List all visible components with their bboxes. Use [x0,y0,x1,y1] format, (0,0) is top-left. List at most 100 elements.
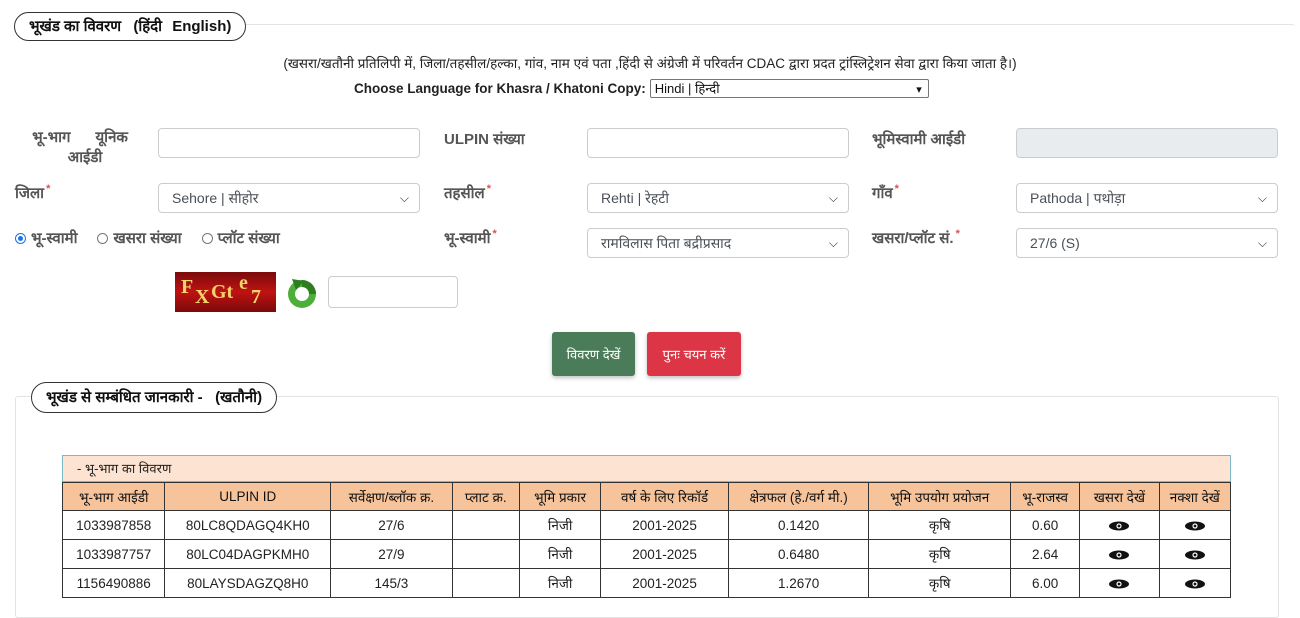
owner-label-text: भू-स्वामी [444,230,491,247]
view-details-button[interactable]: विवरण देखें [552,332,635,376]
cell-parcel-id: 1156490886 [61,568,166,598]
unique-id-label-line2: आईडी [67,149,103,166]
col-header: क्षेत्रफल (हे./वर्ग मी.) [727,482,870,511]
radio-unselected-icon[interactable] [97,232,109,244]
table-row: 1033987757 80LC04DAGPKMH0 27/9 निजी 2001… [61,539,1232,569]
cell-land-use: कृषि [868,539,1011,569]
land-parcel-table: भू-भाग आईडी ULPIN ID सर्वेक्षण/ब्लॉक क्र… [61,482,1232,598]
radio-owner[interactable]: भू-स्वामी [15,228,77,248]
search-type-radio-group: भू-स्वामी खसरा संख्या प्लॉट संख्या [15,228,300,248]
cell-revenue: 0.60 [1009,510,1081,540]
owner-id-label: भूमिस्वामी आईडी [872,131,966,148]
cell-plot-no [451,539,520,569]
cell-land-type: निजी [518,568,602,598]
captcha-char: 7 [251,286,261,308]
required-mark: * [955,228,960,240]
chevron-down-icon: ⌵ [828,191,838,205]
district-label: जिला * [15,183,50,203]
chevron-down-icon: ▾ [916,84,922,96]
required-mark: * [492,228,497,240]
col-header: भू-भाग आईडी [61,482,166,511]
transliteration-note: (खसरा/खतौनी प्रतिलिपी में, जिला/तहसील/हल… [283,56,1017,71]
cell-revenue: 2.64 [1009,539,1081,569]
required-mark: * [486,183,491,195]
copy-language-select[interactable]: Hindi | हिन्दी ▾ [649,79,929,98]
ulpin-input[interactable] [587,128,849,158]
land-details-legend: भूखंड का विवरण (हिंदी English) [14,12,247,41]
required-mark: * [46,183,51,195]
radio-plot-label: प्लॉट संख्या [217,230,280,247]
district-label-text: जिला [15,185,45,202]
cell-area: 1.2670 [727,568,870,598]
district-value: Sehore | सीहोर [172,190,259,206]
khasra-label-text: खसरा/प्लॉट सं. [872,230,954,247]
view-map-eye-icon[interactable] [1158,539,1232,569]
owner-id-input [1016,128,1278,158]
language-toggle: (हिंदी English) [133,18,232,35]
copy-language-value: Hindi | हिन्दी [654,81,720,96]
tehsil-label: तहसील * [444,183,491,203]
copy-language-label: Choose Language for Khasra / Khatoni Cop… [354,81,646,96]
land-details-title: भूखंड का विवरण [29,18,122,35]
col-header: खसरा देखें [1079,482,1160,511]
cell-survey-no: 27/6 [330,510,453,540]
unique-id-label-line1: भू-भाग यूनिक [32,129,128,146]
cell-ulpin: 80LC8QDAGQ4KH0 [164,510,332,540]
cell-revenue: 6.00 [1009,568,1081,598]
col-header: भू-राजस्व [1009,482,1081,511]
view-khasra-eye-icon[interactable] [1079,568,1160,598]
khasra-select[interactable]: 27/6 (S) ⌵ [1016,228,1278,258]
lang-hindi-link[interactable]: हिंदी [138,18,162,35]
tehsil-value: Rehti | रेहटी [601,190,669,206]
view-map-eye-icon[interactable] [1158,510,1232,540]
unique-id-input[interactable] [158,128,420,158]
village-value: Pathoda | पथोड़ा [1030,190,1126,206]
table-row: 1156490886 80LAYSDAGZQ8H0 145/3 निजी 200… [61,568,1232,598]
khatauni-legend: भूखंड से सम्बंधित जानकारी - (खतौनी) [31,382,278,413]
captcha-char: X [195,286,210,308]
radio-owner-label: भू-स्वामी [31,230,78,247]
captcha-char: e [239,272,248,294]
chevron-down-icon: ⌵ [399,191,409,205]
tehsil-label-text: तहसील [444,185,485,202]
cell-land-type: निजी [518,539,602,569]
refresh-captcha-icon[interactable] [284,276,320,310]
radio-unselected-icon[interactable] [201,232,213,244]
col-header: नक्शा देखें [1158,482,1232,511]
radio-selected-icon[interactable] [15,232,26,244]
copy-language-row: Choose Language for Khasra / Khatoni Cop… [354,79,929,98]
view-map-eye-icon[interactable] [1158,568,1232,598]
cell-record-years: 2001-2025 [600,568,729,598]
view-khasra-eye-icon[interactable] [1079,539,1160,569]
col-header: वर्ष के लिए रिकॉर्ड [600,482,729,511]
cell-survey-no: 145/3 [330,568,453,598]
cell-ulpin: 80LC04DAGPKMH0 [164,539,332,569]
view-khasra-eye-icon[interactable] [1079,510,1160,540]
village-select[interactable]: Pathoda | पथोड़ा ⌵ [1016,183,1278,213]
cell-plot-no [451,510,520,540]
cell-land-type: निजी [518,510,602,540]
radio-plot[interactable]: प्लॉट संख्या [201,228,280,248]
table-row: 1033987858 80LC8QDAGQ4KH0 27/6 निजी 2001… [61,510,1232,540]
cell-area: 0.6480 [727,539,870,569]
cell-record-years: 2001-2025 [600,510,729,540]
radio-khasra-label: खसरा संख्या [113,230,182,247]
lang-english-link[interactable]: English [172,18,226,35]
land-parcel-caption: - भू-भाग का विवरण [62,455,1231,482]
radio-khasra[interactable]: खसरा संख्या [97,228,182,248]
tehsil-select[interactable]: Rehti | रेहटी ⌵ [587,183,849,213]
col-header: सर्वेक्षण/ब्लॉक क्र. [330,482,453,511]
district-select[interactable]: Sehore | सीहोर ⌵ [158,183,420,213]
col-header: भूमि उपयोग प्रयोजन [868,482,1011,511]
table-header-row: भू-भाग आईडी ULPIN ID सर्वेक्षण/ब्लॉक क्र… [61,482,1232,511]
cell-area: 0.1420 [727,510,870,540]
owner-label: भू-स्वामी * [444,228,497,248]
cell-land-use: कृषि [868,510,1011,540]
cell-parcel-id: 1033987858 [61,510,166,540]
cell-land-use: कृषि [868,568,1011,598]
owner-select[interactable]: रामविलास पिता बद्रीप्रसाद ⌵ [587,228,849,258]
required-mark: * [894,183,899,195]
reset-selection-button[interactable]: पुनः चयन करें [647,332,741,376]
village-label: गाँव * [872,183,899,203]
captcha-input[interactable] [328,276,458,308]
